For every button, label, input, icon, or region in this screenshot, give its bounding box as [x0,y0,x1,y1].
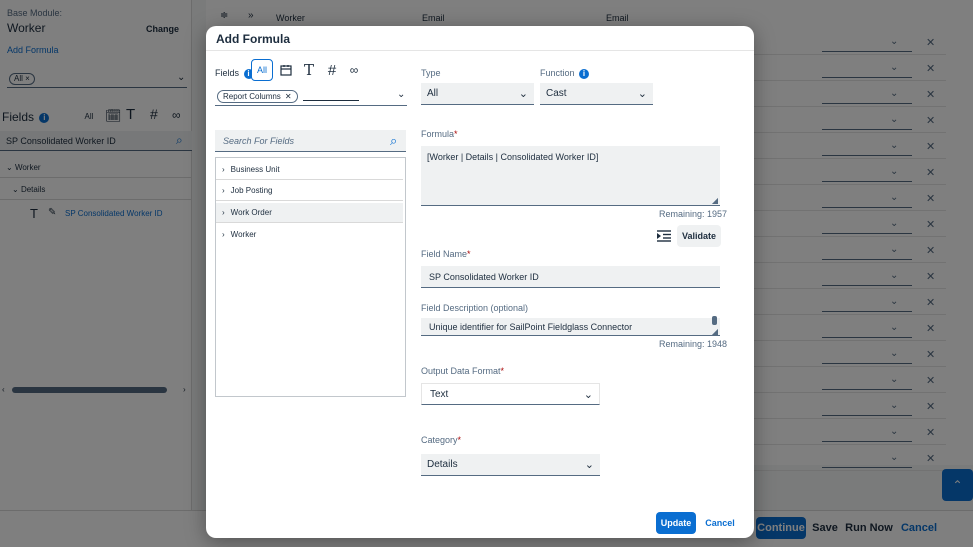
dialog-header-divider [206,50,754,51]
search-placeholder: Search For Fields [223,135,295,146]
formula-label-text: Formula [421,129,455,139]
tree-item-job-posting[interactable]: › Job Posting [216,181,403,201]
chevron-right-icon: › [222,165,225,174]
function-label: Function i [540,68,590,79]
indent-button[interactable] [654,226,674,246]
output-format-select[interactable]: Text ⌄ [421,383,600,405]
category-select[interactable]: Details ⌄ [421,454,600,476]
validate-button[interactable]: Validate [677,225,721,247]
required-marker: * [500,366,505,376]
fields-tree: › Business Unit › Job Posting › Work Order … [215,157,406,397]
fields-label: Fields i [215,68,254,79]
add-formula-dialog: Add Formula Fields i All T # ∞ Report Co… [206,26,754,538]
category-label-text: Category [421,435,458,445]
formula-label: Formula* [421,129,458,139]
tree-item-work-order[interactable]: › Work Order [216,203,403,223]
field-type-all[interactable]: All [251,59,273,81]
function-select[interactable]: Cast ⌄ [540,83,653,105]
tree-item-label: Business Unit [230,165,280,174]
type-select[interactable]: All ⌄ [421,83,534,105]
formula-remaining: Remaining: 1957 [659,209,728,219]
tree-item-label: Work Order [230,208,272,217]
category-value: Details [427,459,458,470]
formula-value: [Worker | Details | Consolidated Worker … [427,152,599,162]
resize-handle-icon[interactable]: ◢ [712,327,718,336]
filter-text-input[interactable] [303,100,359,101]
scrollbar-thumb[interactable] [712,316,717,325]
update-button[interactable]: Update [656,512,696,534]
chevron-down-icon: ⌄ [584,459,594,471]
number-type-icon[interactable]: # [321,59,343,81]
tree-item-business-unit[interactable]: › Business Unit [216,160,403,180]
chevron-down-icon: ⌄ [637,88,647,100]
description-remaining: Remaining: 1948 [659,339,728,349]
chevron-down-icon: ⌄ [583,388,593,401]
required-marker: * [454,129,458,139]
chevron-down-icon[interactable]: ⌄ [397,89,405,100]
output-format-value: Text [430,388,449,400]
formula-textarea[interactable]: [Worker | Details | Consolidated Worker … [421,146,720,206]
output-format-label-text: Output Data Format [421,366,501,376]
cancel-button[interactable]: Cancel [702,512,738,534]
field-name-label: Field Name* [421,249,471,259]
token-label: Report Columns [223,92,281,101]
resize-handle-icon[interactable]: ◢ [712,196,718,205]
fields-label-text: Fields [215,68,240,78]
required-marker: * [467,249,471,259]
search-icon[interactable]: ⌕ [390,133,397,149]
function-select-value: Cast [546,88,567,99]
chevron-right-icon: › [222,186,225,195]
field-description-textarea[interactable]: Unique identifier for SailPoint Fieldgla… [421,316,720,336]
function-label-text: Function [540,68,575,78]
report-columns-token[interactable]: Report Columns ✕ [217,90,298,103]
text-type-icon[interactable]: T [298,59,320,81]
field-name-input[interactable]: SP Consolidated Worker ID [421,266,720,288]
chevron-right-icon: › [222,229,225,239]
field-description-value: Unique identifier for SailPoint Fieldgla… [429,321,633,332]
link-type-icon[interactable]: ∞ [343,59,365,81]
calendar-icon[interactable] [275,59,297,81]
field-description-label: Field Description (optional) [421,303,529,313]
tree-item-label: Job Posting [230,186,273,195]
field-name-label-text: Field Name [421,249,468,259]
columns-filter-select[interactable]: Report Columns ✕ ⌄ [215,86,407,106]
tree-item-label: Worker [230,229,257,239]
type-label: Type [421,68,441,78]
indent-icon [657,230,671,242]
close-icon[interactable]: ✕ [285,92,292,101]
dialog-title: Add Formula [216,32,290,46]
category-label: Category* [421,435,461,445]
search-fields-input[interactable]: Search For Fields ⌕ [215,130,406,152]
chevron-right-icon: › [222,208,225,217]
required-marker: * [457,435,462,445]
output-format-label: Output Data Format* [421,366,504,376]
info-icon[interactable]: i [579,68,590,79]
tree-item-worker[interactable]: › Worker [216,224,403,244]
chevron-down-icon: ⌄ [518,88,528,100]
type-select-value: All [427,88,439,99]
